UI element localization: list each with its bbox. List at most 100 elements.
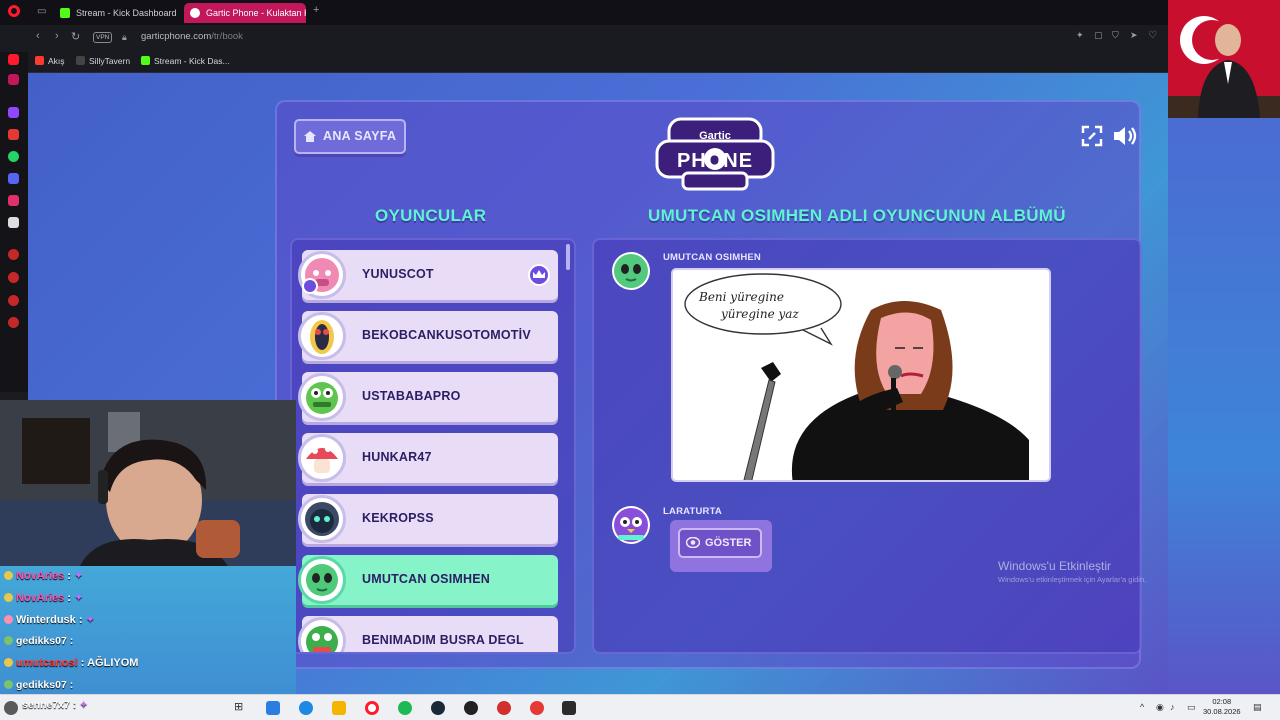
kick-favicon-icon (60, 8, 70, 18)
eye-icon (686, 537, 700, 548)
chat-user: Winterdusk (16, 614, 76, 626)
settings-icon[interactable] (8, 317, 19, 328)
steam-icon[interactable] (431, 701, 445, 715)
logo-top-text: Gartic (699, 130, 731, 142)
player-card[interactable]: HUNKAR47 (298, 433, 558, 483)
chat-badge-icon (4, 593, 13, 602)
spotify-icon[interactable] (398, 701, 412, 715)
windows-activation-watermark: Windows'u Etkinleştir (998, 559, 1111, 573)
chat-user: senne7x7 (22, 699, 70, 711)
fullscreen-icon[interactable] (1081, 125, 1103, 147)
instagram-icon[interactable] (8, 195, 19, 206)
network-icon[interactable]: ▭ (1187, 702, 1196, 713)
player-card[interactable]: YUNUSCOT (298, 250, 558, 300)
bookmark-kick[interactable]: Stream - Kick Das... (141, 56, 230, 66)
recorder-icon[interactable] (530, 701, 544, 715)
bookmark-label: Akış (48, 56, 65, 66)
notifications-icon[interactable]: ▤ (1253, 702, 1262, 713)
player-avatar (298, 373, 346, 421)
discord-icon[interactable] (8, 173, 19, 184)
emote-icon: ✦ (74, 570, 84, 582)
opera-logo-icon[interactable] (8, 5, 20, 17)
tab-label: Gartic Phone - Kulaktan Ku (206, 8, 306, 18)
windows-activation-subtext: Windows'u etkinleştirmek için Ayarlar'a … (998, 575, 1147, 584)
media-player-icon[interactable] (497, 701, 511, 715)
show-card: GÖSTER (670, 520, 772, 572)
crown-icon (528, 264, 550, 286)
user-icon (302, 278, 318, 294)
player-list-scrollbar[interactable] (566, 244, 570, 270)
right-background (1168, 118, 1280, 694)
file-explorer-icon[interactable] (332, 701, 346, 715)
tray-app-icon[interactable]: ◉ (1156, 702, 1164, 713)
snapshot-icon[interactable]: ▢ (1094, 30, 1103, 41)
heart-icon[interactable]: ♡ (1148, 30, 1157, 41)
whatsapp-icon[interactable] (8, 151, 19, 162)
forward-icon[interactable]: › (55, 30, 59, 42)
sidebar-opera-icon[interactable] (8, 54, 19, 65)
player-name: BEKOBCANKUSOTOMOTİV (362, 328, 531, 342)
url-input[interactable]: garticphone.com/tr/book (141, 31, 243, 42)
player-name: KEKROPSS (362, 511, 434, 525)
chat-text: : (69, 635, 74, 647)
player-list[interactable]: YUNUSCOT BEKOBCANKUSOTOMOTİV USTABABAPRO… (290, 238, 576, 654)
player-card[interactable]: BENIMADIM BUSRA DEGL (298, 616, 558, 652)
akis-icon (35, 56, 44, 65)
obs-icon[interactable] (464, 701, 478, 715)
logo-main-text: PHONE (677, 150, 753, 172)
twitch-icon[interactable] (8, 107, 19, 118)
chat-user: umutcanosl (16, 657, 78, 669)
address-bar: ‹ › ↻ VPN 🔒︎ garticphone.com/tr/book ✦ ▢… (0, 25, 1168, 52)
x-icon[interactable] (8, 217, 19, 228)
tray-chevron-icon[interactable]: ^ (1140, 702, 1144, 712)
player-card[interactable]: USTABABAPRO (298, 372, 558, 422)
player-name: YUNUSCOT (362, 267, 434, 281)
portrait-overlay (1168, 0, 1280, 118)
send-icon[interactable]: ➤ (1130, 30, 1138, 41)
gartic-favicon-icon (190, 8, 200, 18)
chat-badge-icon (4, 636, 13, 645)
shield-icon[interactable]: ⛉ (1112, 30, 1119, 41)
entry-author: LARATURTA (663, 506, 722, 517)
chat-message: NovAries : ✦ (4, 569, 83, 582)
player-card-active[interactable]: UMUTCAN OSIMHEN (298, 555, 558, 605)
bookmarks-bar: Akış SillyTavern Stream - Kick Das... (0, 52, 1168, 73)
sidebar-percent-icon[interactable] (8, 129, 19, 140)
bookmark-sillytavern[interactable]: SillyTavern (76, 56, 130, 66)
sidebar-chat-icon[interactable] (8, 295, 19, 306)
sidebar-clock-icon[interactable] (8, 272, 19, 283)
tab-label: Stream - Kick Dashboard (76, 8, 177, 18)
vpn-badge[interactable]: VPN (93, 32, 113, 43)
emote-icon: ✦ (79, 699, 89, 711)
photos-icon[interactable] (266, 701, 280, 715)
tab-kick-dashboard[interactable]: Stream - Kick Dashboard (54, 3, 178, 23)
opera-taskbar-icon[interactable] (365, 701, 379, 715)
sidebar-history-icon[interactable] (8, 249, 19, 260)
entry-author: UMUTCAN OSIMHEN (663, 252, 761, 263)
speaker-icon[interactable]: ♪ (1170, 702, 1175, 712)
epic-games-icon[interactable] (562, 701, 576, 715)
sidebar-aria-icon[interactable] (8, 74, 19, 85)
bookmark-label: SillyTavern (89, 56, 131, 66)
tab-gartic-phone[interactable]: Gartic Phone - Kulaktan Ku (184, 3, 306, 23)
chat-badge-icon (4, 571, 13, 580)
tab-workspaces-icon[interactable]: ▭ (37, 6, 46, 17)
back-icon[interactable]: ‹ (36, 30, 40, 42)
home-button[interactable]: ANA SAYFA (294, 119, 406, 154)
pin-icon[interactable]: ✦ (1076, 30, 1084, 41)
player-name: USTABABAPRO (362, 389, 461, 403)
volume-icon[interactable] (1112, 124, 1140, 148)
taskbar-clock[interactable]: 02:08 30.08.2026 (1203, 697, 1241, 717)
webcam-overlay (0, 400, 296, 566)
edge-icon[interactable] (299, 701, 313, 715)
url-path: /tr/book (211, 31, 243, 42)
new-tab-button[interactable]: + (313, 4, 319, 16)
show-button[interactable]: GÖSTER (678, 528, 762, 558)
player-card[interactable]: BEKOBCANKUSOTOMOTİV (298, 311, 558, 361)
reload-icon[interactable]: ↻ (71, 30, 80, 43)
chat-badge-icon (4, 615, 13, 624)
player-card[interactable]: KEKROPSS (298, 494, 558, 544)
task-view-icon[interactable]: ⊞ (234, 700, 243, 713)
bookmark-akis[interactable]: Akış (35, 56, 65, 66)
album-title: UMUTCAN OSIMHEN ADLI OYUNCUNUN ALBÜMÜ (648, 206, 1066, 225)
